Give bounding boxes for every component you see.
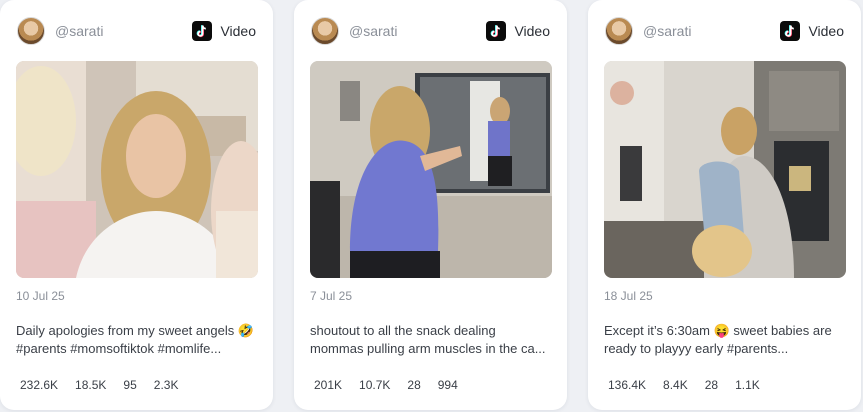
stat-shares: 1.1K — [735, 378, 760, 392]
stat-views: 136.4K — [608, 378, 647, 392]
username[interactable]: @sarati — [349, 23, 486, 39]
caption-line: shoutout to all the snack dealing — [310, 323, 496, 338]
stat-likes: 10.7K — [359, 378, 391, 392]
post-date: 7 Jul 25 — [310, 289, 353, 303]
stat-likes: 8.4K — [663, 378, 688, 392]
post-date: 18 Jul 25 — [604, 289, 653, 303]
tiktok-icon — [192, 21, 213, 41]
tiktok-icon — [486, 21, 507, 41]
avatar[interactable] — [311, 17, 339, 45]
post-card[interactable]: @sarati Video 10 Jul 25 Daily apologies … — [0, 0, 273, 410]
stat-shares: 2.3K — [153, 378, 179, 392]
platform-badge: Video — [192, 21, 256, 41]
platform-label: Video — [514, 23, 550, 39]
post-caption: Daily apologies from my sweet angels 🤣 #… — [16, 322, 260, 358]
username[interactable]: @sarati — [643, 23, 780, 39]
caption-line: Daily apologies from my sweet angels 🤣 — [16, 323, 255, 338]
video-thumbnail[interactable] — [16, 61, 258, 278]
avatar[interactable] — [17, 17, 45, 45]
post-card[interactable]: @sarati Video — [294, 0, 567, 410]
card-header: @sarati Video — [605, 16, 844, 46]
platform-badge: Video — [780, 21, 844, 41]
caption-line: ready to playyy early #parents... — [604, 341, 789, 356]
card-header: @sarati Video — [311, 16, 550, 46]
stat-comments: 28 — [407, 378, 421, 392]
post-date: 10 Jul 25 — [16, 289, 65, 303]
post-stats: 136.4K 8.4K 28 1.1K — [608, 378, 777, 392]
stat-likes: 18.5K — [75, 378, 107, 392]
post-stats: 232.6K 18.5K 95 2.3K — [20, 378, 195, 392]
caption-line: Except it’s 6:30am 😝 sweet babies are — [604, 323, 832, 338]
video-thumbnail[interactable] — [310, 61, 552, 278]
stat-comments: 95 — [123, 378, 137, 392]
stat-views: 201K — [314, 378, 343, 392]
post-caption: Except it’s 6:30am 😝 sweet babies are re… — [604, 322, 848, 358]
caption-line: mommas pulling arm muscles in the ca... — [310, 341, 546, 356]
avatar[interactable] — [605, 17, 633, 45]
platform-label: Video — [808, 23, 844, 39]
stat-comments: 28 — [704, 378, 719, 392]
caption-line: #parents #momsoftiktok #momlife... — [16, 341, 222, 356]
platform-badge: Video — [486, 21, 550, 41]
post-card[interactable]: @sarati Video — [588, 0, 861, 410]
tiktok-icon — [780, 21, 801, 41]
post-stats: 201K 10.7K 28 994 — [314, 378, 475, 392]
username[interactable]: @sarati — [55, 23, 192, 39]
platform-label: Video — [220, 23, 256, 39]
video-thumbnail[interactable] — [604, 61, 846, 278]
stat-views: 232.6K — [20, 378, 59, 392]
post-caption: shoutout to all the snack dealing mommas… — [310, 322, 554, 358]
stat-shares: 994 — [437, 378, 458, 392]
card-header: @sarati Video — [17, 16, 256, 46]
